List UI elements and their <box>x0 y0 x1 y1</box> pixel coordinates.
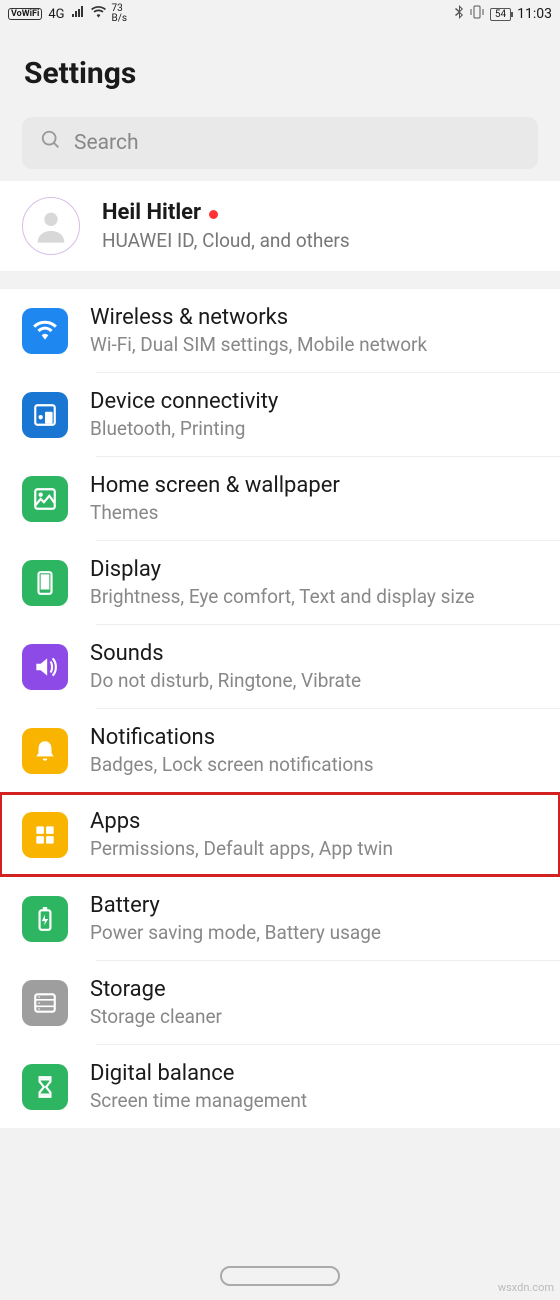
row-title: Digital balance <box>90 1061 538 1086</box>
storage-icon <box>22 980 68 1026</box>
account-name: Heil Hitler <box>102 200 201 225</box>
account-row[interactable]: Heil Hitler HUAWEI ID, Cloud, and others <box>0 181 560 271</box>
search-input[interactable]: Search <box>22 117 538 169</box>
row-title: Notifications <box>90 725 538 750</box>
row-title: Storage <box>90 977 538 1002</box>
row-title: Display <box>90 557 538 582</box>
row-title: Apps <box>90 809 538 834</box>
network-type: 4G <box>48 7 64 22</box>
devices-icon <box>22 392 68 438</box>
gesture-bar[interactable] <box>0 1266 560 1286</box>
settings-row-apps[interactable]: Apps Permissions, Default apps, App twin <box>0 793 560 876</box>
watermark: wsxdn.com <box>498 1281 554 1294</box>
row-title: Device connectivity <box>90 389 538 414</box>
row-sub: Themes <box>90 501 538 524</box>
battery-icon <box>22 896 68 942</box>
vowifi-badge: VoWiFi <box>8 8 42 20</box>
row-sub: Bluetooth, Printing <box>90 417 538 440</box>
row-title: Battery <box>90 893 538 918</box>
row-sub: Storage cleaner <box>90 1005 538 1028</box>
search-icon <box>40 129 62 157</box>
avatar <box>22 197 80 255</box>
settings-row-home[interactable]: Home screen & wallpaper Themes <box>0 457 560 540</box>
settings-row-devices[interactable]: Device connectivity Bluetooth, Printing <box>0 373 560 456</box>
data-rate-unit: B/s <box>112 14 128 24</box>
row-sub: Screen time management <box>90 1089 538 1112</box>
row-title: Sounds <box>90 641 538 666</box>
bluetooth-icon <box>454 5 464 23</box>
wifi-icon <box>91 6 106 22</box>
account-sub: HUAWEI ID, Cloud, and others <box>102 229 350 252</box>
settings-row-hourglass[interactable]: Digital balance Screen time management <box>0 1045 560 1128</box>
row-sub: Badges, Lock screen notifications <box>90 753 538 776</box>
settings-row-display[interactable]: Display Brightness, Eye comfort, Text and… <box>0 541 560 624</box>
hourglass-icon <box>22 1064 68 1110</box>
settings-row-sound[interactable]: Sounds Do not disturb, Ringtone, Vibrate <box>0 625 560 708</box>
row-sub: Do not disturb, Ringtone, Vibrate <box>90 669 538 692</box>
settings-row-battery[interactable]: Battery Power saving mode, Battery usage <box>0 877 560 960</box>
row-sub: Wi-Fi, Dual SIM settings, Mobile network <box>90 333 538 356</box>
battery-icon: 54 <box>490 8 511 21</box>
wifi-icon <box>22 308 68 354</box>
page-title: Settings <box>0 28 560 109</box>
settings-row-wifi[interactable]: Wireless & networks Wi-Fi, Dual SIM setti… <box>0 289 560 372</box>
home-icon <box>22 476 68 522</box>
signal-icon <box>71 6 85 22</box>
vibrate-icon <box>470 5 484 23</box>
row-sub: Brightness, Eye comfort, Text and displa… <box>90 585 538 608</box>
row-sub: Permissions, Default apps, App twin <box>90 837 538 860</box>
sound-icon <box>22 644 68 690</box>
settings-row-bell[interactable]: Notifications Badges, Lock screen notific… <box>0 709 560 792</box>
bell-icon <box>22 728 68 774</box>
row-title: Home screen & wallpaper <box>90 473 538 498</box>
search-placeholder: Search <box>74 131 139 155</box>
status-bar: VoWiFi 4G 73 B/s 54 11:03 <box>0 0 560 28</box>
clock: 11:03 <box>517 6 552 22</box>
settings-list: Wireless & networks Wi-Fi, Dual SIM setti… <box>0 289 560 1128</box>
row-title: Wireless & networks <box>90 305 538 330</box>
apps-icon <box>22 812 68 858</box>
row-sub: Power saving mode, Battery usage <box>90 921 538 944</box>
notification-dot-icon <box>209 210 218 219</box>
display-icon <box>22 560 68 606</box>
settings-row-storage[interactable]: Storage Storage cleaner <box>0 961 560 1044</box>
